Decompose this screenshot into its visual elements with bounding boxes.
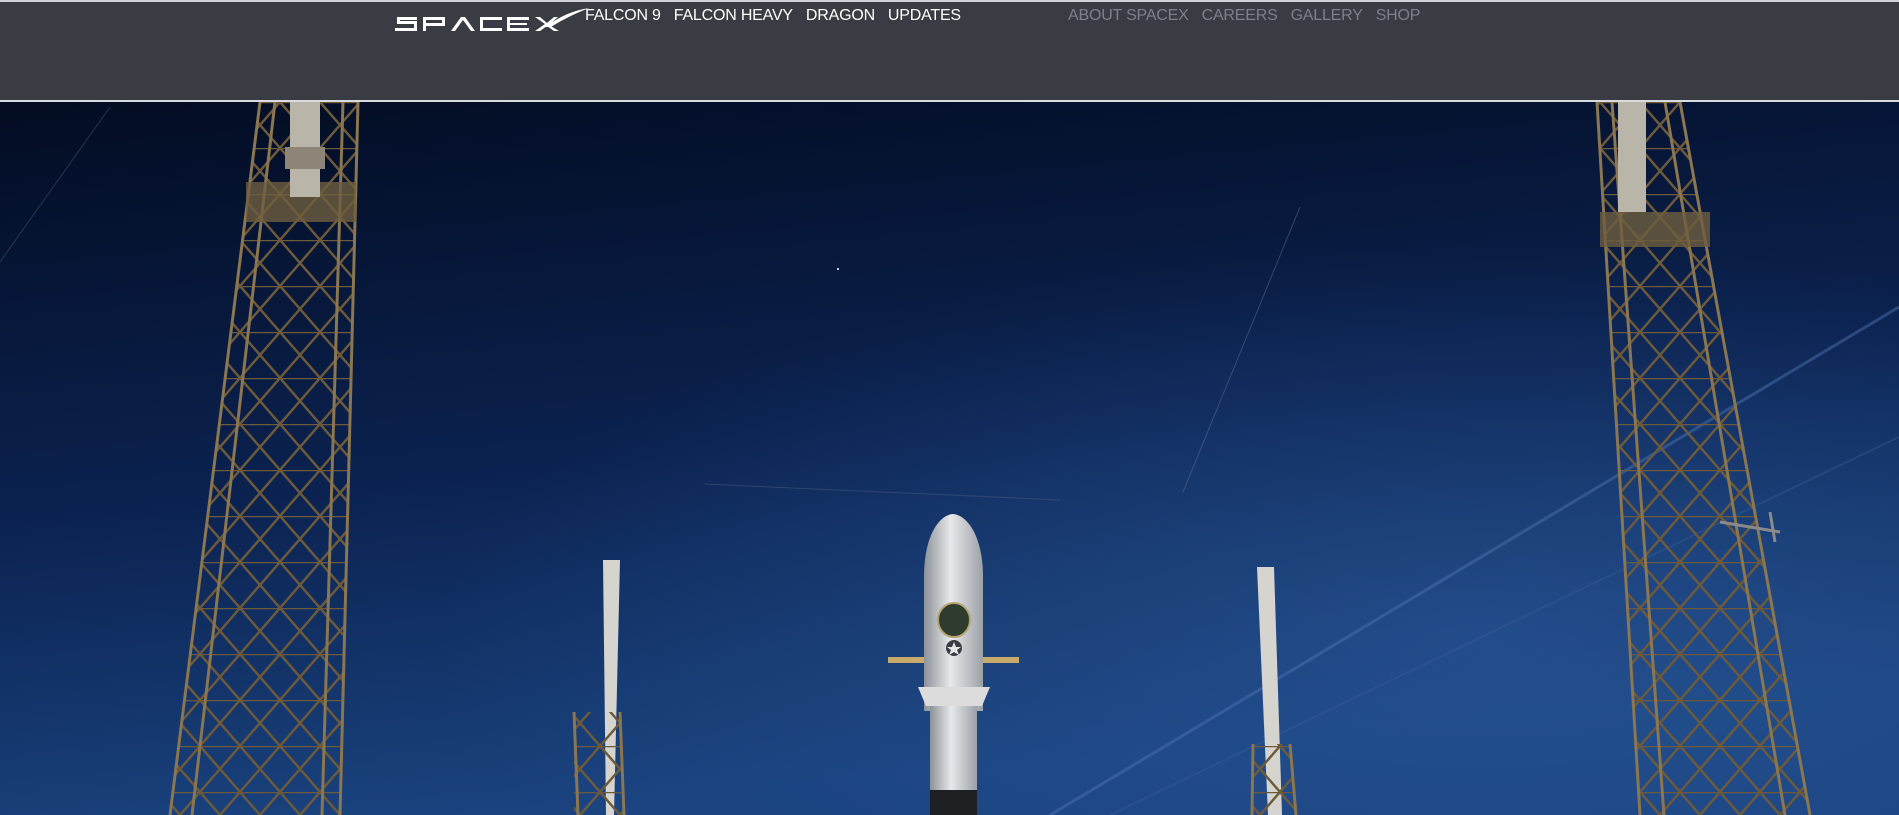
nav-link-falcon-9[interactable]: FALCON 9 xyxy=(585,6,661,26)
nav-link-dragon[interactable]: DRAGON xyxy=(806,6,875,26)
nav-link-shop[interactable]: SHOP xyxy=(1376,6,1421,26)
nav-link-gallery[interactable]: GALLERY xyxy=(1291,6,1363,26)
spacex-logo-mark xyxy=(395,8,589,31)
secondary-nav: ABOUT SPACEX CAREERS GALLERY SHOP xyxy=(1068,6,1420,26)
nav-link-falcon-heavy[interactable]: FALCON HEAVY xyxy=(674,6,793,26)
nav-link-careers[interactable]: CAREERS xyxy=(1202,6,1278,26)
primary-nav: FALCON 9 FALCON HEAVY DRAGON UPDATES xyxy=(585,6,961,26)
hero-carousel: ‹ › xyxy=(0,102,1899,815)
nav-link-about-spacex[interactable]: ABOUT SPACEX xyxy=(1068,6,1189,26)
site-header: FALCON 9 FALCON HEAVY DRAGON UPDATES ABO… xyxy=(0,2,1899,102)
nav-link-updates[interactable]: UPDATES xyxy=(888,6,961,26)
spacex-logo[interactable] xyxy=(395,7,590,33)
hero-image xyxy=(0,102,1899,815)
